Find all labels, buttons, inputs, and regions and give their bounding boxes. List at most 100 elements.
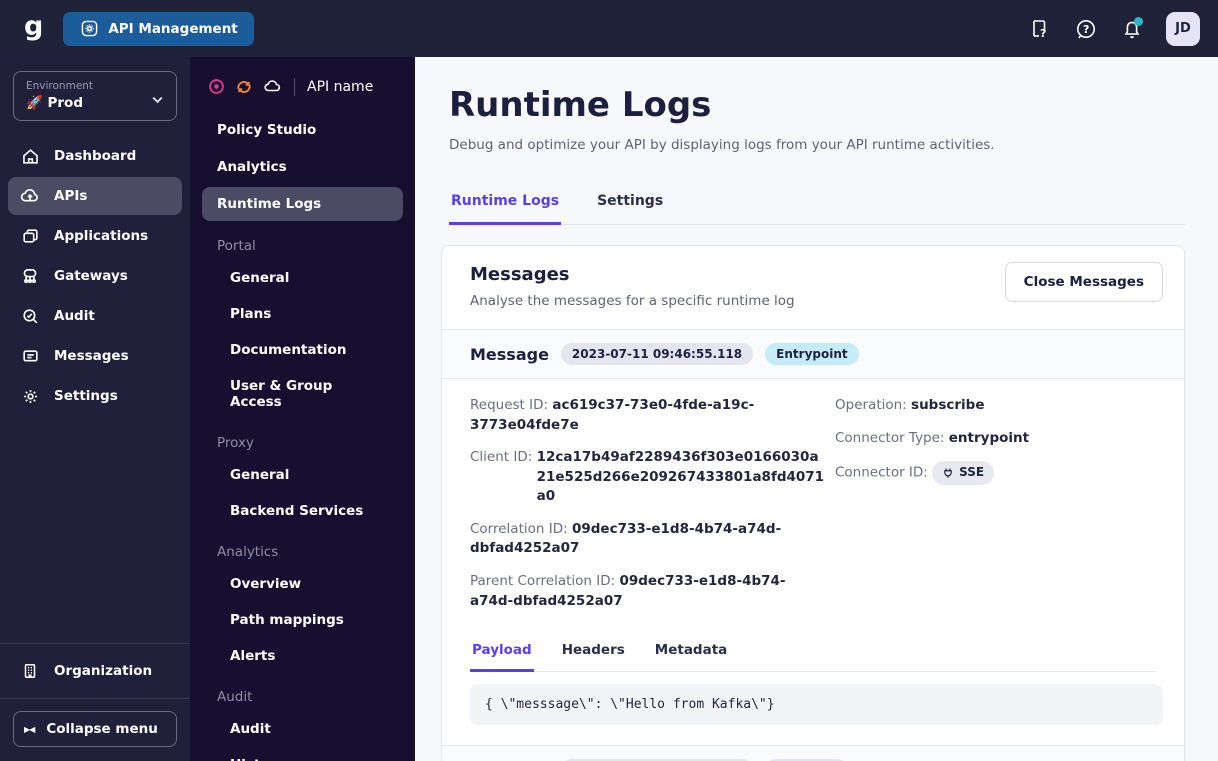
tab-metadata[interactable]: Metadata: [653, 634, 730, 672]
api-menu-policy-studio[interactable]: Policy Studio: [202, 113, 403, 147]
audit-search-icon: [20, 306, 40, 326]
field-label: Client ID:: [470, 449, 533, 466]
api-menu-analytics[interactable]: Analytics: [202, 150, 403, 184]
gear-icon: [79, 19, 99, 39]
environment-value: 🚀 Prod: [26, 95, 83, 111]
api-menu-proxy-general[interactable]: General: [202, 458, 403, 492]
field-correlation-id: Correlation ID: 09dec733-e1d8-4b74-a74d-…: [470, 520, 825, 559]
gateways-icon: [20, 266, 40, 286]
api-menu-proxy-backend-services[interactable]: Backend Services: [202, 494, 403, 528]
applications-icon: [20, 226, 40, 246]
api-menu-audit-history[interactable]: History: [202, 748, 403, 761]
sidebar-item-label: Messages: [54, 348, 129, 364]
field-connector-id: Connector ID: SSE: [835, 461, 1156, 485]
api-menu-analytics-path-mappings[interactable]: Path mappings: [202, 603, 403, 637]
field-value: subscribe: [911, 397, 985, 413]
sidebar-item-dashboard[interactable]: Dashboard: [8, 137, 182, 175]
field-parent-correlation-id: Parent Correlation ID: 09dec733-e1d8-4b7…: [470, 572, 825, 611]
sidebar-item-label: Dashboard: [54, 148, 137, 164]
svg-text:?: ?: [1083, 23, 1089, 36]
main-tabs: Runtime Logs Settings: [449, 183, 1185, 225]
field-label: Request ID:: [470, 397, 549, 413]
sidebar-item-settings[interactable]: Settings: [8, 377, 182, 415]
product-label: API Management: [108, 20, 238, 37]
api-menu-portal-documentation[interactable]: Documentation: [202, 333, 403, 367]
api-menu-portal-general[interactable]: General: [202, 261, 403, 295]
tab-headers[interactable]: Headers: [560, 634, 627, 672]
collapse-menu-label: Collapse menu: [46, 721, 158, 737]
environment-selector[interactable]: Environment 🚀 Prod: [13, 71, 177, 121]
sidebar-item-gateways[interactable]: Gateways: [8, 257, 182, 295]
field-client-id: Client ID: 12ca17b49af2289436f303e016603…: [470, 448, 825, 507]
field-connector-type: Connector Type: entrypoint: [835, 429, 1156, 449]
docs-icon[interactable]: ?: [1028, 17, 1052, 41]
field-label: Connector Type:: [835, 429, 945, 446]
primary-nav: Dashboard APIs Applications Gateways Aud…: [0, 131, 190, 421]
menu-label: User & Group Access: [230, 378, 333, 410]
close-messages-button[interactable]: Close Messages: [1004, 262, 1163, 302]
message-icon: [20, 346, 40, 366]
notification-dot: [1134, 16, 1143, 26]
plug-icon: [944, 468, 952, 478]
sidebar-item-label: Audit: [54, 308, 95, 324]
main-content: Runtime Logs Debug and optimize your API…: [415, 57, 1218, 761]
sidebar-item-audit[interactable]: Audit: [8, 297, 182, 335]
sidebar-item-label: Settings: [54, 388, 118, 404]
messages-panel: Messages Analyse the messages for a spec…: [441, 245, 1185, 761]
sidebar-item-applications[interactable]: Applications: [8, 217, 182, 255]
sidebar-item-messages[interactable]: Messages: [8, 337, 182, 375]
entrypoint-badge: Entrypoint: [765, 343, 859, 365]
timestamp-badge: 2023-07-11 09:46:55.118: [560, 343, 754, 365]
sidebar-item-label: Organization: [54, 663, 153, 679]
message-header: Message 2023-07-11 09:46:55.118 Endpoint: [442, 745, 1184, 761]
tab-settings[interactable]: Settings: [595, 183, 665, 225]
api-menu-portal-user-group-access[interactable]: User & Group Access: [202, 369, 403, 419]
api-menu-audit-audit[interactable]: Audit: [202, 712, 403, 746]
payload-code: { \"messsage\": \"Hello from Kafka\"}: [470, 684, 1163, 726]
field-value: entrypoint: [948, 429, 1030, 446]
section-label-proxy: Proxy: [217, 435, 254, 451]
collapse-icon: ▶◀: [24, 724, 35, 734]
sidebar-item-organization[interactable]: Organization: [8, 652, 182, 690]
topbar-actions: ? ? JD: [1028, 11, 1200, 46]
sidebar-item-label: Applications: [54, 228, 149, 244]
menu-label: Documentation: [230, 342, 347, 358]
record-state-icon: [208, 78, 225, 95]
gear-icon: [20, 386, 40, 406]
section-label-audit: Audit: [217, 689, 253, 705]
menu-label: Audit: [230, 721, 271, 737]
help-icon[interactable]: ?: [1074, 17, 1098, 41]
connector-chip: SSE: [932, 461, 995, 485]
tab-runtime-logs[interactable]: Runtime Logs: [449, 183, 562, 225]
primary-sidebar: Environment 🚀 Prod Dashboard APIs Applic…: [0, 57, 190, 761]
sidebar-bottom: Organization ▶◀ Collapse menu: [0, 643, 190, 761]
api-menu-portal-plans[interactable]: Plans: [202, 297, 403, 331]
chevron-down-icon: [151, 93, 164, 106]
payload-tabs: Payload Headers Metadata: [470, 634, 1156, 673]
field-label: Parent Correlation ID:: [470, 572, 616, 589]
menu-label: Plans: [230, 306, 272, 322]
api-name: API name: [307, 78, 374, 95]
notifications-bell-icon[interactable]: [1120, 16, 1144, 41]
field-label: Connector ID:: [835, 464, 928, 481]
collapse-menu-button[interactable]: ▶◀ Collapse menu: [13, 711, 177, 747]
api-menu-runtime-logs[interactable]: Runtime Logs: [202, 187, 403, 221]
field-request-id: Request ID: ac619c37-73e0-4fde-a19c-3773…: [470, 396, 825, 435]
sync-state-icon: [235, 78, 253, 96]
message-details-left: Request ID: ac619c37-73e0-4fde-a19c-3773…: [470, 396, 825, 624]
api-sidebar: API name Policy Studio Analytics Runtime…: [190, 57, 415, 761]
api-header: API name: [202, 77, 403, 110]
message-details-right: Operation: subscribe Connector Type: ent…: [835, 396, 1156, 624]
user-avatar[interactable]: JD: [1166, 11, 1200, 46]
message-heading: Message: [470, 344, 549, 364]
field-operation: Operation: subscribe: [835, 396, 1156, 416]
menu-label: General: [230, 467, 290, 483]
menu-label: Path mappings: [230, 612, 344, 628]
api-menu-analytics-overview[interactable]: Overview: [202, 567, 403, 601]
divider: [294, 77, 295, 96]
menu-label: General: [230, 270, 290, 286]
api-management-button[interactable]: API Management: [63, 11, 254, 46]
sidebar-item-apis[interactable]: APIs: [8, 177, 182, 215]
api-menu-analytics-alerts[interactable]: Alerts: [202, 639, 403, 673]
tab-payload[interactable]: Payload: [470, 634, 534, 673]
